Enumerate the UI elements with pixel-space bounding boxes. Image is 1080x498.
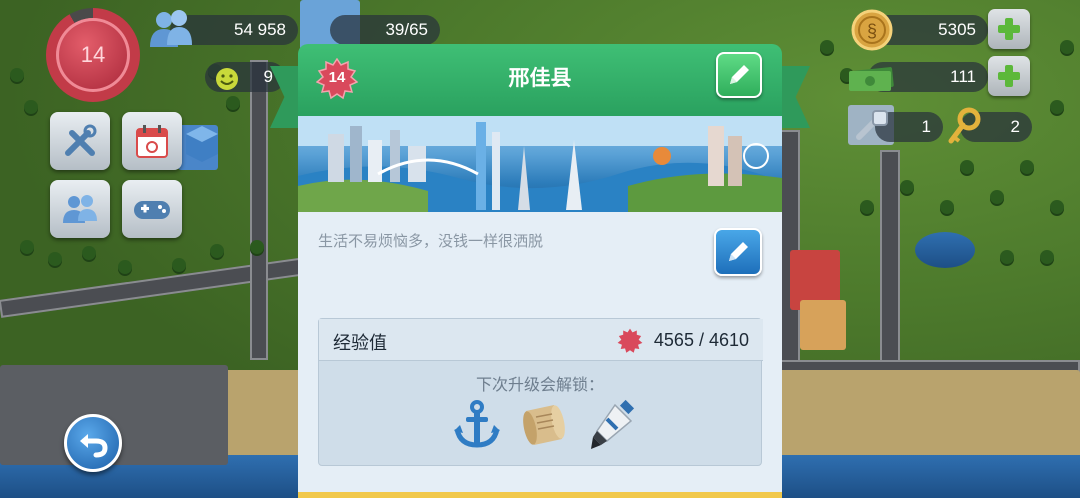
population-value: 54 958: [234, 20, 286, 39]
city-profile-dialog: 14 邢佳县 生活不易烦恼多，没钱一样很洒脱 经验值 4565 / 4610 下…: [270, 44, 810, 498]
wrench-icon: [65, 124, 97, 156]
simoleon-coin-icon: §: [850, 8, 894, 52]
edit-city-name-button[interactable]: [716, 52, 762, 98]
building-capacity-value: 39/65: [385, 20, 428, 39]
pencil-icon: [729, 242, 748, 261]
calendar-icon: [136, 125, 168, 158]
plus-icon: [998, 65, 1020, 87]
undo-arrow-icon: [80, 434, 108, 458]
city-banner-image: [298, 116, 782, 212]
simcash-bills-icon: [846, 60, 898, 94]
city-motto: 生活不易烦恼多，没钱一样很洒脱: [318, 232, 544, 250]
add-simoleons-button[interactable]: [988, 9, 1030, 49]
scroll-icon[interactable]: [516, 397, 572, 453]
plus-icon: [998, 18, 1020, 40]
people-icon: [63, 195, 97, 223]
gamepad-icon: [134, 201, 170, 219]
smiley-icon: [214, 66, 240, 92]
player-level-ring[interactable]: 14: [46, 8, 140, 102]
games-button[interactable]: [122, 180, 182, 238]
experience-section: 经验值 4565 / 4610 下次升级会解锁：: [318, 318, 763, 466]
golden-keys-value: 2: [1010, 117, 1020, 136]
golden-key-icon: [944, 106, 984, 148]
anchor-icon[interactable]: [449, 397, 505, 453]
platinum-key-icon: [852, 106, 892, 146]
tools-button[interactable]: [50, 112, 110, 170]
xp-star-icon: [617, 328, 643, 354]
glue-tube-icon[interactable]: [583, 397, 639, 453]
dialog-header: 14 邢佳县: [298, 44, 782, 116]
svg-text:§: §: [867, 21, 877, 41]
experience-label: 经验值: [333, 333, 387, 354]
social-button[interactable]: [50, 180, 110, 238]
simoleons-value: 5305: [938, 20, 976, 39]
unlock-items-list: [449, 397, 639, 453]
edit-motto-button[interactable]: [714, 228, 762, 276]
building-cube-icon: [182, 122, 222, 166]
experience-row: 经验值 4565 / 4610: [319, 319, 763, 361]
next-level-unlock-title: 下次升级会解锁：: [475, 375, 604, 394]
simcash-value: 111: [950, 67, 976, 86]
back-button[interactable]: [64, 414, 122, 472]
calendar-button[interactable]: [122, 112, 182, 170]
experience-value: 4565 / 4610: [653, 330, 749, 350]
platinum-keys-value: 1: [921, 117, 931, 136]
pencil-icon: [730, 65, 749, 84]
dialog-body: 生活不易烦恼多，没钱一样很洒脱 经验值 4565 / 4610 下次升级会解锁：: [298, 116, 782, 498]
dialog-bottom-edge: [298, 492, 782, 498]
population-icon: [146, 6, 196, 52]
building-capacity-counter[interactable]: 39/65: [330, 15, 440, 45]
player-level: 14: [56, 18, 130, 92]
city-name: 邢佳县: [508, 66, 572, 90]
add-simcash-button[interactable]: [988, 56, 1030, 96]
